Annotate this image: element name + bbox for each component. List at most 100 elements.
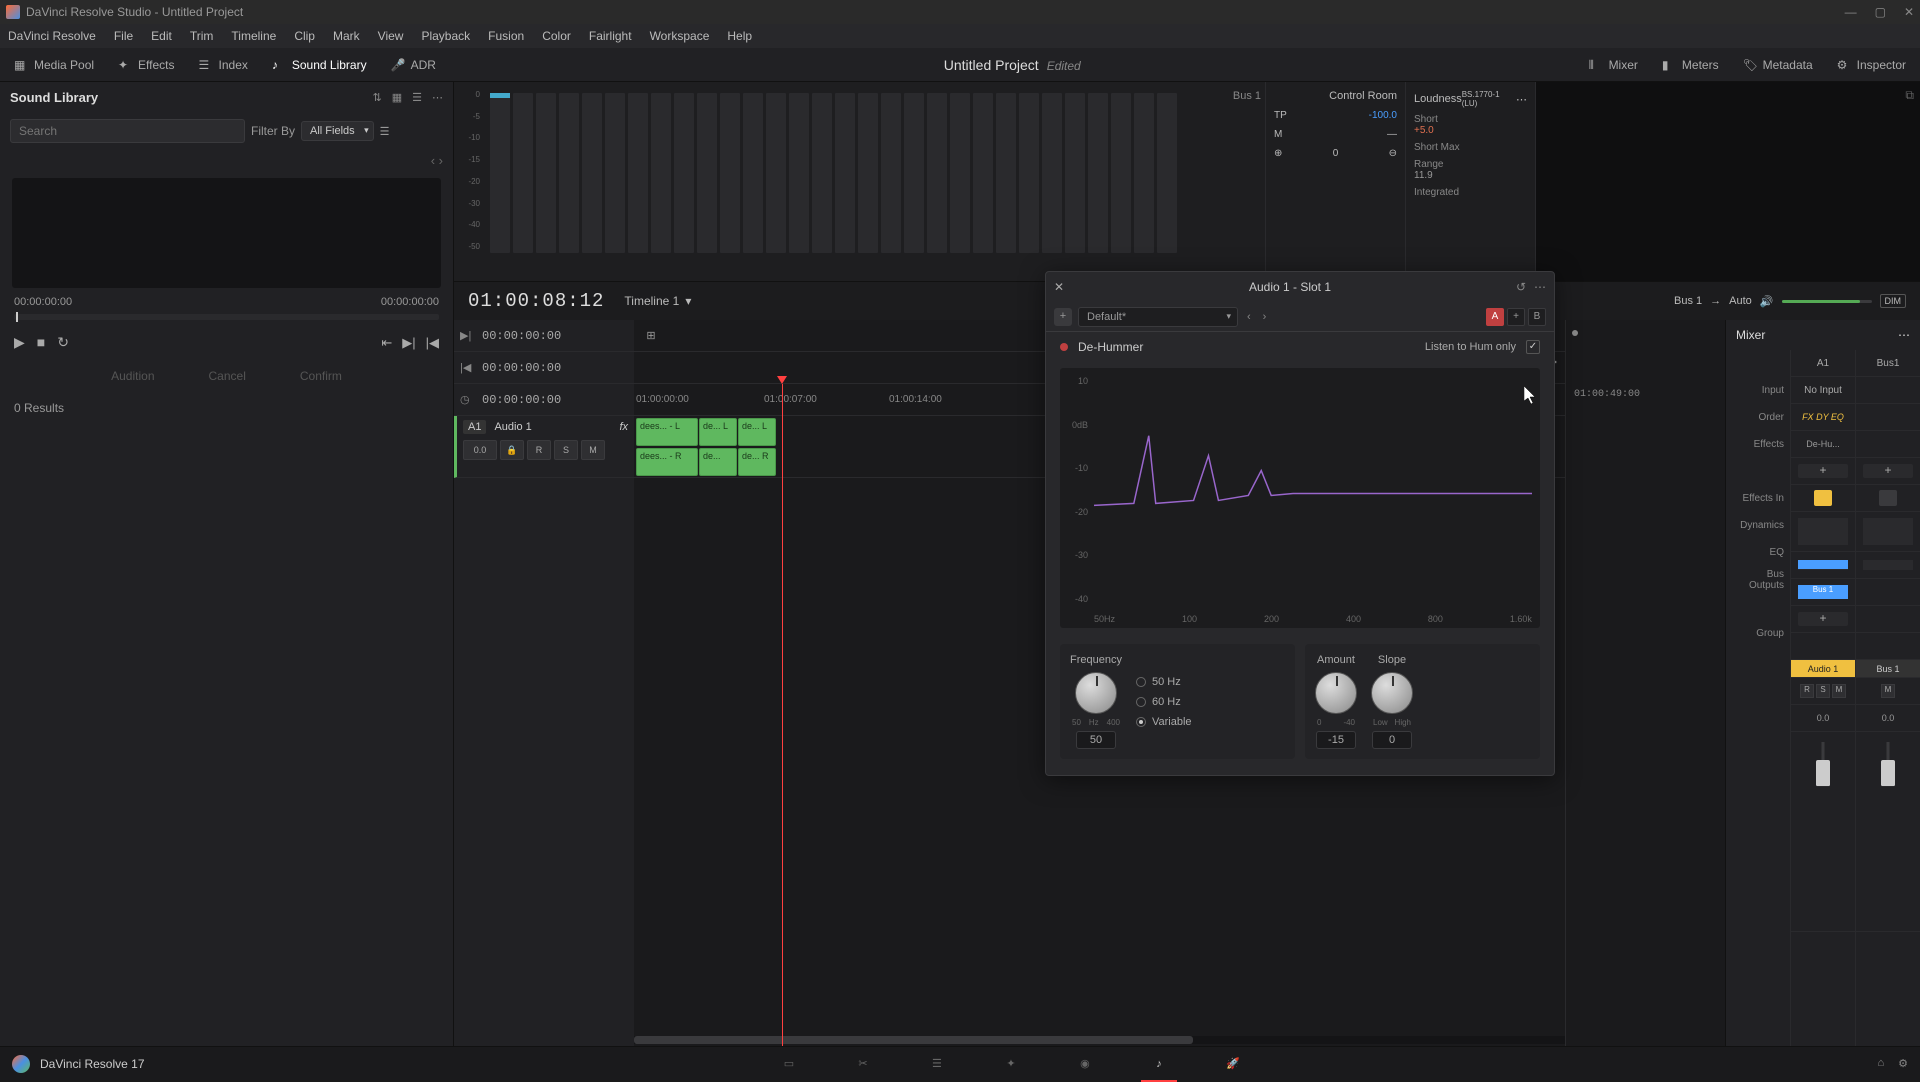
timeline-scrollbar[interactable]: [634, 1036, 1565, 1044]
inspector-button[interactable]: ⚙Inspector: [1831, 54, 1912, 76]
timeline-selector[interactable]: Timeline 1▾: [624, 294, 691, 308]
media-pool-button[interactable]: ▦Media Pool: [8, 54, 100, 76]
mixer-channel-a1[interactable]: A1 No Input FX DY EQ De-Hu... + Bus 1 + …: [1790, 350, 1855, 1046]
add-effect-button[interactable]: +: [1863, 464, 1913, 478]
reset-icon[interactable]: ↺: [1516, 280, 1526, 294]
play-icon[interactable]: ▶: [14, 334, 25, 351]
effects-button[interactable]: ✦Effects: [112, 54, 180, 76]
next-icon[interactable]: |◀: [426, 335, 439, 351]
ab-a-button[interactable]: A: [1486, 308, 1504, 326]
bus-output[interactable]: Bus 1: [1798, 585, 1848, 599]
mute-button[interactable]: M: [581, 440, 605, 460]
eq-slot[interactable]: [1863, 560, 1913, 570]
more-icon[interactable]: ⋯: [1898, 328, 1910, 342]
menu-item[interactable]: Color: [542, 29, 571, 43]
playhead[interactable]: [782, 384, 783, 1046]
transport-end-icon[interactable]: |◀: [460, 361, 474, 374]
more-icon[interactable]: ⋯: [432, 91, 443, 104]
audio-clip[interactable]: de... R: [738, 448, 776, 476]
home-icon[interactable]: ⌂: [1877, 1057, 1884, 1070]
menu-item[interactable]: Fusion: [488, 29, 524, 43]
track-db[interactable]: 0.0: [463, 440, 497, 460]
monitor-volume-slider[interactable]: [1782, 300, 1872, 303]
menu-item[interactable]: View: [378, 29, 404, 43]
frequency-value[interactable]: 50: [1076, 731, 1116, 749]
solo-button[interactable]: S: [554, 440, 578, 460]
marker[interactable]: [1572, 330, 1578, 336]
amount-knob[interactable]: [1315, 672, 1357, 714]
close-panel-icon[interactable]: ✕: [1054, 280, 1064, 294]
effects-in-button[interactable]: [1879, 490, 1897, 506]
fx-enable-dot[interactable]: [1060, 343, 1068, 351]
fairlight-page-icon[interactable]: ♪: [1147, 1054, 1171, 1074]
audio-clip[interactable]: dees... - R: [636, 448, 698, 476]
ab-copy-button[interactable]: +: [1507, 308, 1525, 326]
menu-item[interactable]: Fairlight: [589, 29, 632, 43]
preset-select[interactable]: Default*: [1078, 307, 1238, 327]
next-preset-icon[interactable]: ›: [1260, 311, 1270, 323]
dim-button[interactable]: DIM: [1880, 294, 1907, 308]
ab-b-button[interactable]: B: [1528, 308, 1546, 326]
sound-library-button[interactable]: ♪Sound Library: [266, 54, 373, 76]
filter-options-icon[interactable]: ☰: [380, 125, 390, 138]
eq-slot[interactable]: [1798, 560, 1848, 570]
audio-clip[interactable]: dees... - L: [636, 418, 698, 446]
dynamics-slot[interactable]: [1863, 518, 1913, 545]
nav-prev-icon[interactable]: ‹: [431, 153, 435, 168]
stop-icon[interactable]: ■: [37, 334, 45, 351]
index-button[interactable]: ☰Index: [193, 54, 254, 76]
frequency-knob[interactable]: [1075, 672, 1117, 714]
audition-button[interactable]: Audition: [93, 369, 172, 383]
menu-item[interactable]: Workspace: [650, 29, 710, 43]
fader-handle[interactable]: [1816, 760, 1830, 787]
maximize-icon[interactable]: ▢: [1875, 5, 1886, 19]
grid-view-icon[interactable]: ▦: [392, 91, 402, 104]
fusion-page-icon[interactable]: ✦: [999, 1054, 1023, 1074]
cut-page-icon[interactable]: ✂: [851, 1054, 875, 1074]
loop-icon[interactable]: ↻: [57, 334, 69, 351]
filter-select[interactable]: All Fields: [301, 121, 374, 141]
effects-in-button[interactable]: [1814, 490, 1832, 506]
menu-item[interactable]: File: [114, 29, 133, 43]
menu-item[interactable]: Clip: [294, 29, 315, 43]
slope-knob[interactable]: [1371, 672, 1413, 714]
audio-track-header[interactable]: A1 Audio 1 fx 0.0 🔒 R S M: [454, 416, 634, 478]
preview-scrubber[interactable]: [14, 314, 439, 320]
meters-button[interactable]: ▮Meters: [1656, 54, 1725, 76]
deliver-page-icon[interactable]: 🚀: [1221, 1054, 1245, 1074]
edit-page-icon[interactable]: ☰: [925, 1054, 949, 1074]
media-page-icon[interactable]: ▭: [777, 1054, 801, 1074]
timeline-view-icon[interactable]: ⊞: [640, 324, 662, 346]
audio-clip[interactable]: de... L: [699, 418, 737, 446]
skip-back-icon[interactable]: ⇤: [381, 335, 392, 351]
metadata-button[interactable]: 🏷Metadata: [1737, 54, 1819, 76]
more-icon[interactable]: ⋯: [1516, 93, 1527, 106]
menu-item[interactable]: Edit: [151, 29, 172, 43]
amount-value[interactable]: -15: [1316, 731, 1356, 749]
prev-icon[interactable]: ▶|: [402, 335, 415, 351]
freq-50hz-radio[interactable]: 50 Hz: [1136, 676, 1192, 688]
popout-icon[interactable]: ⧉: [1905, 88, 1914, 103]
audio-clip[interactable]: de... L: [738, 418, 776, 446]
color-page-icon[interactable]: ◉: [1073, 1054, 1097, 1074]
settings-icon[interactable]: ⚙: [1898, 1057, 1908, 1070]
dynamics-slot[interactable]: [1798, 518, 1848, 545]
freq-variable-radio[interactable]: Variable: [1136, 716, 1192, 728]
add-effect-button[interactable]: +: [1798, 464, 1848, 478]
audio-clip[interactable]: de...: [699, 448, 737, 476]
add-preset-button[interactable]: +: [1054, 308, 1072, 326]
mixer-button[interactable]: ⦀Mixer: [1583, 54, 1644, 76]
record-button[interactable]: R: [527, 440, 551, 460]
sort-icon[interactable]: ⇅: [373, 91, 382, 104]
confirm-button[interactable]: Confirm: [282, 369, 360, 383]
track-fx-indicator[interactable]: fx: [619, 421, 628, 433]
slope-value[interactable]: 0: [1372, 731, 1412, 749]
menu-item[interactable]: Help: [727, 29, 752, 43]
listen-checkbox[interactable]: ✓: [1526, 340, 1540, 354]
menu-item[interactable]: Playback: [421, 29, 470, 43]
menu-item[interactable]: Mark: [333, 29, 360, 43]
more-icon[interactable]: ⋯: [1534, 280, 1546, 294]
add-bus-button[interactable]: +: [1798, 612, 1848, 626]
menu-item[interactable]: Timeline: [231, 29, 276, 43]
list-view-icon[interactable]: ☰: [412, 91, 422, 104]
